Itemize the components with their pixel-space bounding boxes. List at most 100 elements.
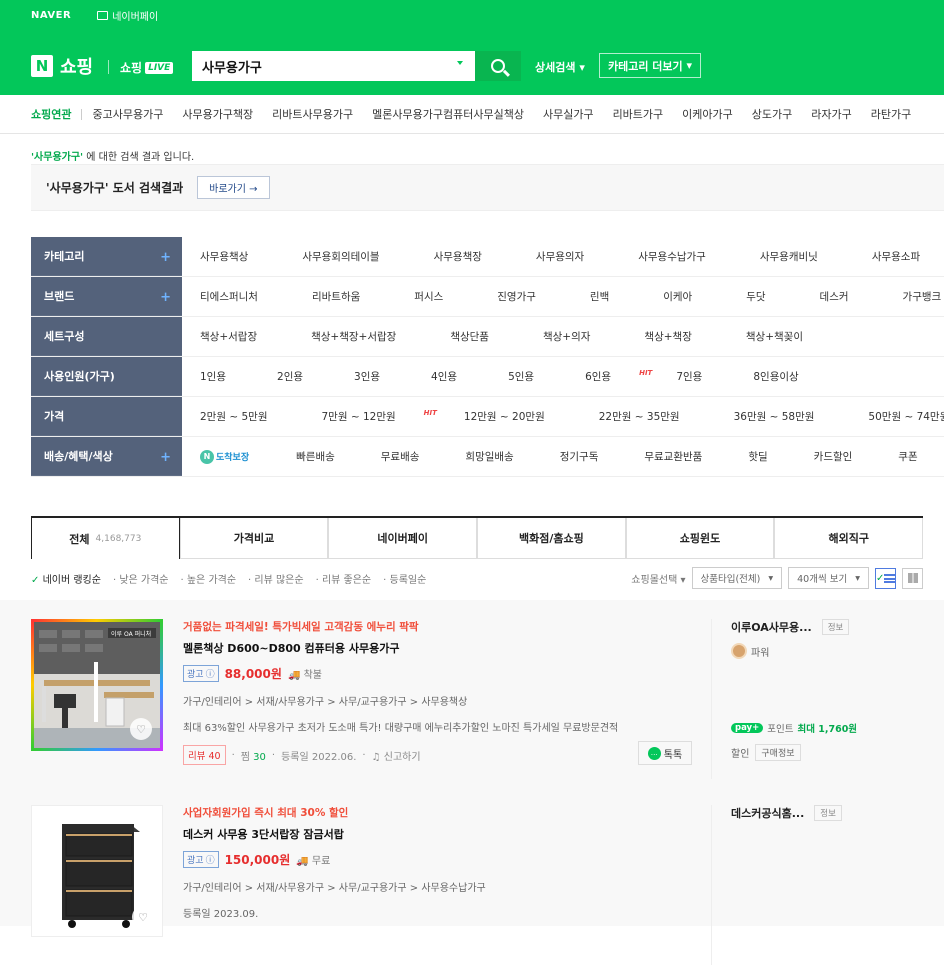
promo-text[interactable]: 거품없는 파격세일! 특가빅세일 고객감동 에누리 팍팍 (183, 619, 693, 634)
npay-link[interactable]: 네이버페이 (97, 8, 158, 23)
filter-option[interactable]: 무료배송 (381, 449, 447, 464)
filter-option[interactable]: 36만원 ~ 58만원 (734, 409, 842, 424)
tab-4[interactable]: 쇼핑윈도 (625, 518, 775, 559)
sort-option[interactable]: 리뷰 많은순 (248, 571, 303, 586)
per-page-select[interactable]: 40개씩 보기 ▾ (788, 567, 869, 589)
category-path[interactable]: 가구/인테리어 > 서재/사무용가구 > 사무/교구용가구 > 사무용책상 (183, 693, 693, 708)
filter-option[interactable]: 8인용이상 (753, 369, 825, 384)
filter-option[interactable]: 사무용의자 (536, 249, 611, 264)
filter-option[interactable]: 7만원 ~ 12만원 HIT (321, 409, 436, 424)
mall-info-button[interactable]: 정보 (814, 805, 842, 821)
filter-option[interactable]: 진영가구 (497, 289, 563, 304)
filter-option[interactable]: 린백 (590, 289, 636, 304)
npay-point[interactable]: pay+ 포인트 최대 1,760원 (731, 721, 857, 735)
filter-label[interactable]: 브랜드 + (31, 277, 182, 316)
expand-plus-icon[interactable]: + (160, 290, 171, 305)
sort-option[interactable]: 리뷰 좋은순 (316, 571, 371, 586)
filter-option[interactable]: 2만원 ~ 5만원 (200, 409, 294, 424)
product-item[interactable]: 이루 OA 퍼니처 ♡ 거품없는 파격세일! 특가빅세일 고객감동 에누리 팍팍… (31, 619, 923, 786)
filter-option[interactable]: 책상+책꽂이 (746, 329, 830, 344)
filter-option[interactable]: 무료교환반품 (644, 449, 729, 464)
expand-plus-icon[interactable]: + (160, 450, 171, 465)
book-go-button[interactable]: 바로가기 → (197, 176, 270, 199)
category-path[interactable]: 가구/인테리어 > 서재/사무용가구 > 사무/교구용가구 > 사무용수납가구 (183, 879, 693, 894)
filter-option[interactable]: 4인용 (431, 369, 484, 384)
filter-option[interactable]: 사무용소파 (872, 249, 944, 264)
filter-option[interactable]: 책상+책장 (644, 329, 718, 344)
report-button[interactable]: ♫ 신고하기 (372, 748, 421, 763)
filter-option[interactable]: 책상단품 (450, 329, 516, 344)
sort-option[interactable]: 등록일순 (383, 571, 427, 586)
expand-plus-icon[interactable]: + (160, 250, 171, 265)
filter-label[interactable]: 가격 (31, 397, 182, 436)
shopping-live-link[interactable]: 쇼핑 LIVE (120, 59, 174, 76)
filter-option[interactable]: 사무용회의테이블 (302, 249, 406, 264)
ad-badge[interactable]: 광고 ⓘ (183, 851, 219, 868)
filter-option[interactable]: 두닷 (746, 289, 792, 304)
filter-option[interactable]: 1인용 (200, 369, 253, 384)
tab-2[interactable]: 네이버페이 (328, 518, 478, 559)
filter-option[interactable]: 50만원 ~ 74만원 (868, 409, 944, 424)
related-keyword[interactable]: 이케아가구 (682, 106, 733, 122)
product-title[interactable]: 멜론책상 D600~D800 컴퓨터용 사무용가구 (183, 640, 693, 656)
related-keyword[interactable]: 상도가구 (752, 106, 792, 122)
sort-option[interactable]: 낮은 가격순 (113, 571, 168, 586)
filter-option[interactable]: 12만원 ~ 20만원 (464, 409, 572, 424)
tab-1[interactable]: 가격비교 (179, 518, 329, 559)
filter-option[interactable]: 희망일배송 (465, 449, 540, 464)
filter-label[interactable]: 카테고리 + (31, 237, 182, 276)
filter-option[interactable]: 7인용 (676, 369, 729, 384)
ad-badge[interactable]: 광고 ⓘ (183, 665, 219, 682)
filter-option[interactable]: 쿠폰 (898, 449, 944, 464)
filter-option[interactable]: 가구뱅크 (903, 289, 944, 304)
sort-ranking[interactable]: 네이버 랭킹순 (31, 571, 101, 586)
promo-text[interactable]: 사업자회원가입 즉시 최대 30% 할인 (183, 805, 693, 820)
filter-option[interactable]: 3인용 (354, 369, 407, 384)
related-keyword[interactable]: 라자가구 (811, 106, 851, 122)
filter-option[interactable]: 사무용책상 (200, 249, 275, 264)
wishlist-heart-icon[interactable]: ♡ (130, 718, 152, 740)
filter-option[interactable]: 퍼시스 (414, 289, 470, 304)
related-keyword[interactable]: 리바트가구 (613, 106, 664, 122)
filter-option[interactable]: 티에스퍼니처 (200, 289, 285, 304)
filter-option[interactable]: 사무용캐비닛 (760, 249, 845, 264)
mall-select[interactable]: 쇼핑몰선택 ▾ (631, 571, 685, 586)
related-keyword[interactable]: 사무용가구책장 (182, 106, 253, 122)
filter-option[interactable]: 카드할인 (814, 449, 880, 464)
product-thumbnail[interactable]: ♡ (31, 805, 163, 937)
related-keyword[interactable]: 멜론사무용가구컴퓨터사무실책상 (372, 106, 524, 122)
search-button[interactable] (475, 51, 521, 81)
filter-label[interactable]: 세트구성 (31, 317, 182, 356)
filter-option[interactable]: 이케아 (663, 289, 719, 304)
related-keyword[interactable]: 중고사무용가구 (92, 106, 163, 122)
tab-0[interactable]: 전체 4,168,773 (31, 518, 180, 559)
grid-view-button[interactable] (902, 567, 923, 589)
filter-label[interactable]: 사용인원(가구) (31, 357, 182, 396)
zzim-count[interactable]: 찜 30 (241, 748, 266, 763)
tab-5[interactable]: 해외직구 (774, 518, 924, 559)
detail-search-button[interactable]: 상세검색 ▾ (535, 59, 585, 75)
filter-option[interactable]: 리바트하움 (312, 289, 387, 304)
review-count[interactable]: 리뷰 40 (183, 745, 226, 765)
search-input[interactable]: 사무용가구 (192, 51, 475, 81)
naver-logo[interactable]: NAVER (31, 10, 71, 21)
related-keyword[interactable]: 라탄가구 (871, 106, 911, 122)
arrival-guarantee-badge[interactable]: N 도착보장 (200, 449, 276, 464)
filter-option[interactable]: 2인용 (277, 369, 330, 384)
list-view-button[interactable] (875, 567, 896, 589)
sort-option[interactable]: 높은 가격순 (181, 571, 236, 586)
filter-option[interactable]: 사무용책장 (434, 249, 509, 264)
shopping-logo[interactable]: N 쇼핑 (31, 53, 93, 79)
category-more-button[interactable]: 카테고리 더보기 ▾ (599, 53, 701, 78)
product-title[interactable]: 데스커 사무용 3단서랍장 잠금서랍 (183, 826, 693, 842)
product-item[interactable]: ♡ 사업자회원가입 즉시 최대 30% 할인 데스커 사무용 3단서랍장 잠금서… (31, 805, 923, 965)
filter-option[interactable]: 빠른배송 (296, 449, 362, 464)
tab-3[interactable]: 백화점/홈쇼핑 (477, 518, 626, 559)
mall-name[interactable]: 데스커공식홈... (731, 805, 804, 821)
talktalk-button[interactable]: … 톡톡 (638, 741, 692, 765)
product-thumbnail[interactable]: 이루 OA 퍼니처 ♡ (31, 619, 163, 751)
wishlist-heart-icon[interactable]: ♡ (132, 906, 154, 928)
filter-option[interactable]: 5인용 (508, 369, 561, 384)
filter-option[interactable]: 22만원 ~ 35만원 (599, 409, 707, 424)
product-type-select[interactable]: 상품타입(전체) ▾ (691, 567, 783, 589)
